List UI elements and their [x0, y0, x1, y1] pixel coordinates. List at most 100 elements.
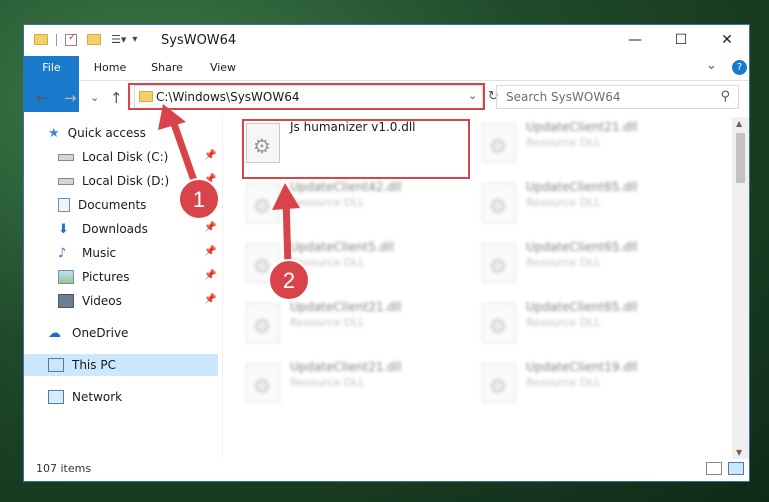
dll-file-icon: ⚙: [246, 363, 280, 403]
pin-icon: 📌: [204, 270, 217, 281]
status-bar: 107 items: [24, 457, 749, 481]
tab-view[interactable]: View: [200, 56, 246, 80]
file-type: Resource DLL: [526, 316, 601, 329]
pictures-icon: [58, 270, 74, 284]
window-title: SysWOW64: [161, 33, 237, 48]
maximize-button[interactable]: ☐: [658, 25, 704, 55]
file-item[interactable]: ⚙ UpdateClient21.dll Resource DLL: [242, 357, 467, 413]
maximize-icon: ☐: [674, 32, 688, 48]
toolbar-divider: [56, 33, 57, 46]
dll-file-icon: ⚙: [482, 243, 516, 283]
pin-icon: 📌: [204, 246, 217, 257]
downloads-icon: ⬇: [58, 221, 69, 237]
documents-icon: [58, 198, 70, 212]
dll-file-icon: ⚙: [246, 303, 280, 343]
file-item[interactable]: ⚙ UpdateClient65.dll Resource DLL: [478, 297, 703, 353]
toolbar-dropdown-icon[interactable]: ▾: [132, 34, 137, 45]
back-icon[interactable]: ←: [36, 89, 49, 107]
gear-icon: ⚙: [489, 134, 507, 158]
sidebar-item-quick-access[interactable]: ★ Quick access: [24, 122, 218, 144]
forward-icon[interactable]: →: [64, 89, 77, 107]
new-folder-icon[interactable]: [87, 34, 101, 45]
file-type: Resource DLL: [290, 196, 365, 209]
file-item[interactable]: ⚙ UpdateClient42.dll Resource DLL: [242, 177, 467, 233]
sidebar-item-onedrive[interactable]: ☁ OneDrive: [24, 322, 218, 344]
file-name: UpdateClient19.dll: [526, 360, 638, 374]
sidebar-item-downloads[interactable]: ⬇ Downloads 📌: [24, 218, 218, 240]
sidebar-item-videos[interactable]: Videos 📌: [24, 290, 218, 312]
music-icon: ♪: [58, 245, 67, 261]
file-item[interactable]: ⚙ UpdateClient65.dll Resource DLL: [478, 237, 703, 293]
file-type: Resource DLL: [526, 136, 601, 149]
sidebar-item-pictures[interactable]: Pictures 📌: [24, 266, 218, 288]
details-view-icon[interactable]: [706, 462, 722, 475]
file-name: UpdateClient65.dll: [526, 240, 638, 254]
scroll-down-icon[interactable]: ▼: [736, 448, 742, 457]
recent-locations-icon[interactable]: ⌄: [90, 91, 99, 104]
file-name: UpdateClient65.dll: [526, 300, 638, 314]
sidebar-item-music[interactable]: ♪ Music 📌: [24, 242, 218, 264]
close-button[interactable]: ✕: [704, 25, 750, 55]
file-item[interactable]: ⚙ UpdateClient5.dll Resource DLL: [242, 237, 467, 293]
minimize-button[interactable]: —: [612, 25, 658, 55]
cloud-icon: ☁: [48, 325, 61, 341]
title-bar: ✓ ☰▾ ▾ SysWOW64 — ☐ ✕: [24, 25, 749, 56]
gear-icon: ⚙: [489, 314, 507, 338]
file-name: UpdateClient65.dll: [526, 180, 638, 194]
sidebar-item-documents[interactable]: Documents 📌: [24, 194, 218, 216]
quick-access-toolbar: ✓ ☰▾ ▾: [34, 32, 137, 46]
search-icon: ⚲: [720, 89, 730, 104]
vertical-scrollbar[interactable]: ▲ ▼: [732, 117, 749, 459]
file-name: UpdateClient21.dll: [290, 360, 402, 374]
properties-icon[interactable]: ✓: [65, 32, 77, 46]
item-count: 107 items: [36, 462, 92, 475]
file-type: Resource DLL: [290, 256, 365, 269]
tab-share[interactable]: Share: [144, 56, 190, 80]
minimize-icon: —: [628, 32, 642, 48]
scrollbar-thumb[interactable]: [736, 133, 745, 183]
file-name: UpdateClient42.dll: [290, 180, 402, 194]
sidebar-item-local-disk-d[interactable]: Local Disk (D:) 📌: [24, 170, 218, 192]
computer-icon: [48, 358, 64, 372]
network-icon: [48, 390, 64, 404]
dll-file-icon: ⚙: [482, 183, 516, 223]
help-icon[interactable]: ?: [732, 60, 747, 75]
file-item[interactable]: ⚙ UpdateClient65.dll Resource DLL: [478, 177, 703, 233]
pin-icon: 📌: [204, 150, 217, 161]
gear-icon: ⚙: [489, 194, 507, 218]
pane-divider: [222, 117, 223, 457]
folder-icon: [34, 34, 48, 45]
dll-file-icon: ⚙: [246, 183, 280, 223]
file-item[interactable]: ⚙ UpdateClient19.dll Resource DLL: [478, 357, 703, 413]
gear-icon: ⚙: [253, 314, 271, 338]
search-input[interactable]: Search SysWOW64 ⚲: [496, 85, 739, 109]
scroll-up-icon[interactable]: ▲: [736, 119, 742, 128]
up-icon[interactable]: ↑: [110, 89, 123, 107]
pin-icon: 📌: [204, 222, 217, 233]
sidebar-item-this-pc[interactable]: This PC: [24, 354, 218, 376]
file-type: Resource DLL: [526, 196, 601, 209]
file-item[interactable]: ⚙ UpdateClient21.dll Resource DLL: [242, 297, 467, 353]
pin-icon: 📌: [204, 294, 217, 305]
dll-file-icon: ⚙: [246, 243, 280, 283]
file-item[interactable]: ⚙ UpdateClient21.dll Resource DLL: [478, 117, 703, 173]
videos-icon: [58, 294, 74, 308]
gear-icon: ⚙: [489, 254, 507, 278]
ribbon-tabs: File Home Share View ⌄ ?: [24, 56, 749, 112]
sidebar-item-network[interactable]: Network: [24, 386, 218, 408]
address-highlight-box: [128, 83, 485, 110]
file-name: UpdateClient5.dll: [290, 240, 394, 254]
pin-icon: 📌: [204, 174, 217, 185]
file-type: Resource DLL: [290, 316, 365, 329]
customize-toolbar-icon[interactable]: ☰▾: [111, 33, 126, 46]
dll-file-icon: ⚙: [482, 123, 516, 163]
tab-home[interactable]: Home: [86, 56, 134, 80]
ribbon-expand-icon[interactable]: ⌄: [706, 58, 717, 73]
file-type: Resource DLL: [526, 256, 601, 269]
file-name: UpdateClient21.dll: [290, 300, 402, 314]
gear-icon: ⚙: [253, 374, 271, 398]
gear-icon: ⚙: [253, 194, 271, 218]
file-type: Resource DLL: [526, 376, 601, 389]
sidebar-item-local-disk-c[interactable]: Local Disk (C:) 📌: [24, 146, 218, 168]
large-icons-view-icon[interactable]: [728, 462, 744, 475]
